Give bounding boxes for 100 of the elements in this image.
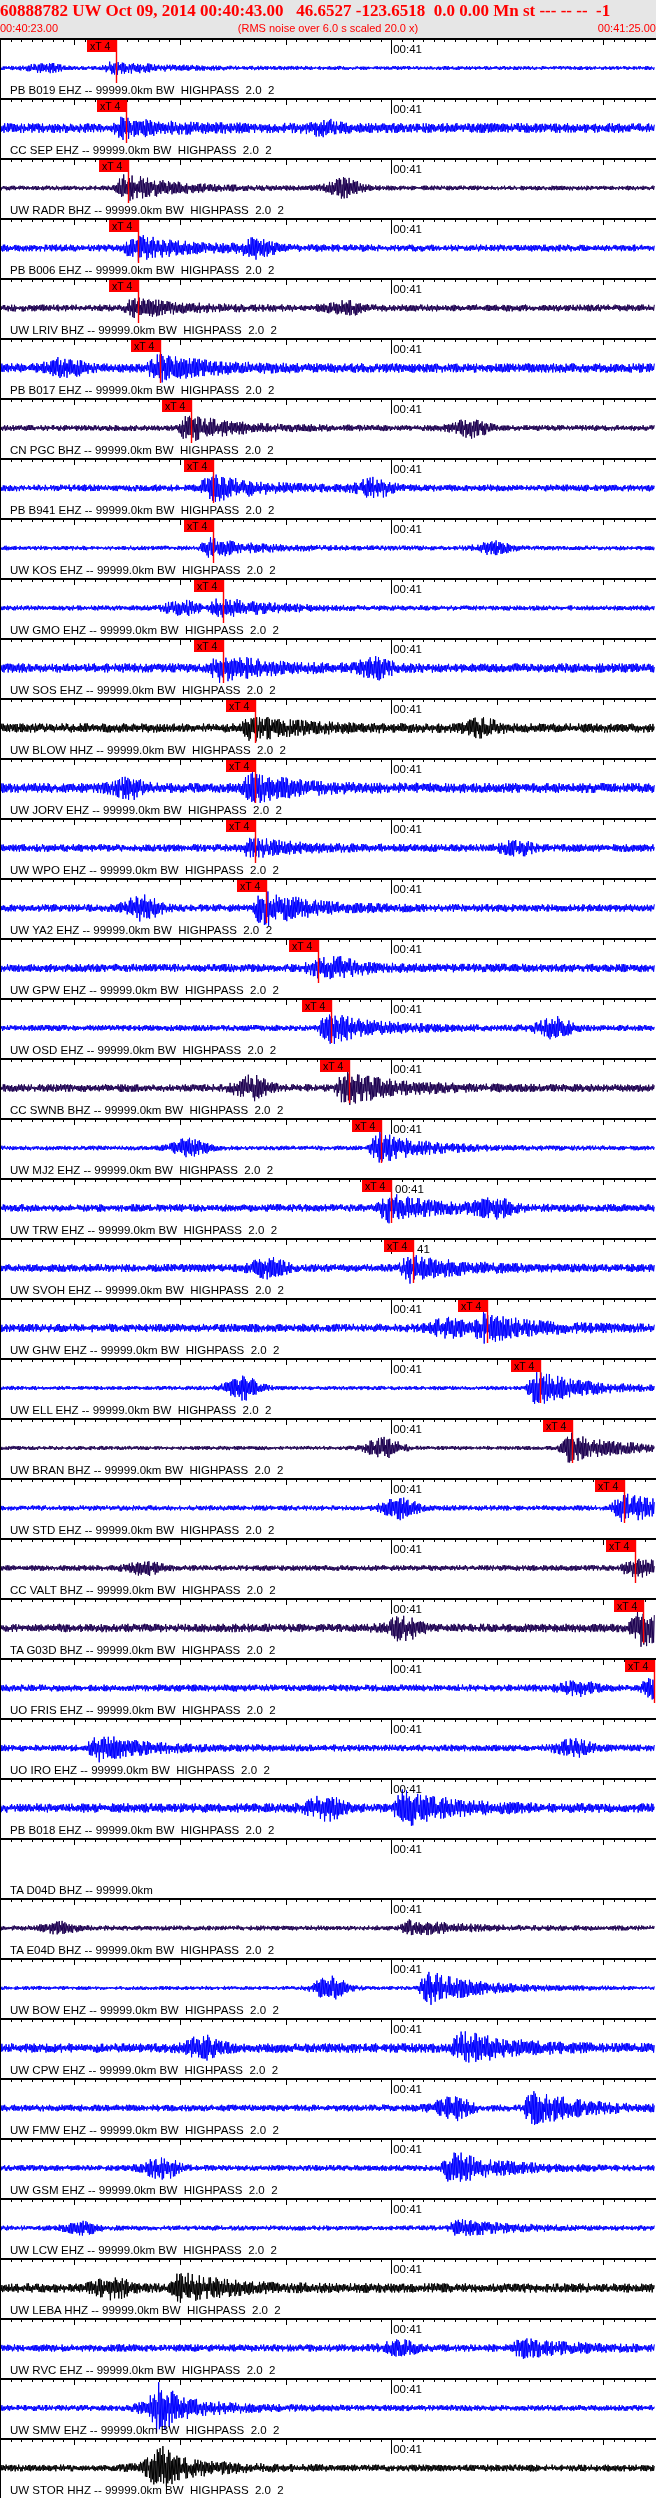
time-label: 00:41 [393, 1783, 422, 1795]
time-label: 00:41 [393, 1303, 422, 1315]
time-label: 00:41 [393, 1363, 422, 1375]
time-label: 00:41 [393, 2263, 422, 2275]
time-label: 00:41 [393, 1543, 422, 1555]
pick-marker: xT 4 [194, 640, 223, 652]
pick-marker: xT 4 [543, 1420, 572, 1432]
time-label: 00:41 [393, 1903, 422, 1915]
time-label: 00:41 [393, 2203, 422, 2215]
pick-marker: xT 4 [226, 820, 255, 832]
pick-marker: xT 4 [384, 1240, 413, 1252]
pick-marker: xT 4 [109, 220, 138, 232]
trace-label: UW SOS EHZ -- 99999.0km BW HIGHPASS 2.0 2 [10, 684, 276, 696]
time-label: 00:41 [393, 43, 422, 55]
trace-label: UW BLOW HHZ -- 99999.0km BW HIGHPASS 2.0 2 [10, 744, 286, 756]
pick-marker: xT 4 [289, 940, 318, 952]
pick-marker: xT 4 [87, 40, 116, 52]
trace-label: TA D04D BHZ -- 99999.0km [10, 1884, 153, 1896]
time-label: 00:41 [393, 2023, 422, 2035]
start-time: 00:40:23.00 [0, 21, 59, 36]
pick-marker: xT 4 [352, 1120, 381, 1132]
trace-label: UW STD EHZ -- 99999.0km BW HIGHPASS 2.0 2 [10, 1524, 275, 1536]
time-label: 41 [417, 1243, 430, 1255]
time-label: 00:41 [393, 2323, 422, 2335]
trace-label: UW BOW EHZ -- 99999.0km BW HIGHPASS 2.0 2 [10, 2004, 279, 2016]
trace-label: CC SWNB BHZ -- 99999.0km BW HIGHPASS 2.0 2 [10, 1104, 284, 1116]
pick-marker: xT 4 [595, 1480, 624, 1492]
pick-marker: xT 4 [184, 520, 213, 532]
time-label: 00:41 [393, 643, 422, 655]
time-label: 00:41 [393, 163, 422, 175]
pick-marker: xT 4 [97, 100, 126, 112]
time-label: 00:41 [393, 403, 422, 415]
time-label: 00:41 [393, 283, 422, 295]
trace-label: UW GHW EHZ -- 99999.0km BW HIGHPASS 2.0 2 [10, 1344, 280, 1356]
pick-marker: xT 4 [162, 400, 191, 412]
trace-label: PB B018 EHZ -- 99999.0km BW HIGHPASS 2.0 2 [10, 1824, 275, 1836]
pick-marker: xT 4 [362, 1180, 391, 1192]
pick-marker: xT 4 [194, 580, 223, 592]
trace-label: UO IRO EHZ -- 99999.0km BW HIGHPASS 2.0 2 [10, 1764, 270, 1776]
time-label: 00:41 [393, 943, 422, 955]
pick-marker: xT 4 [614, 1600, 643, 1612]
time-label: 00:41 [393, 1423, 422, 1435]
trace-label: UW RVC EHZ -- 99999.0km BW HIGHPASS 2.0 2 [10, 2364, 276, 2376]
trace-label: UW BRAN BHZ -- 99999.0km BW HIGHPASS 2.0 2 [10, 1464, 284, 1476]
time-label: 00:41 [393, 883, 422, 895]
time-label: 00:41 [393, 763, 422, 775]
trace-label: TA G03D BHZ -- 99999.0km BW HIGHPASS 2.0 2 [10, 1644, 276, 1656]
pick-marker: xT 4 [458, 1300, 487, 1312]
time-label: 00:41 [393, 1963, 422, 1975]
time-label: 00:41 [393, 463, 422, 475]
time-label: 00:41 [393, 1663, 422, 1675]
trace-label: UW LCW EHZ -- 99999.0km BW HIGHPASS 2.0 2 [10, 2244, 277, 2256]
pick-marker: xT 4 [237, 880, 266, 892]
time-label: 00:41 [393, 1843, 422, 1855]
trace-label: UW GMO EHZ -- 99999.0km BW HIGHPASS 2.0 2 [10, 624, 279, 636]
trace-label: UO FRIS EHZ -- 99999.0km BW HIGHPASS 2.0 2 [10, 1704, 276, 1716]
pick-marker: xT 4 [320, 1060, 349, 1072]
trace-label: UW JORV EHZ -- 99999.0km BW HIGHPASS 2.0 2 [10, 804, 282, 816]
trace-label: UW YA2 EHZ -- 99999.0km BW HIGHPASS 2.0 2 [10, 924, 273, 936]
trace-label: UW SVOH EHZ -- 99999.0km BW HIGHPASS 2.0 2 [10, 1284, 284, 1296]
time-label: 00:41 [393, 823, 422, 835]
time-label: 00:41 [393, 1123, 422, 1135]
trace-label: CC SEP EHZ -- 99999.0km BW HIGHPASS 2.0 2 [10, 144, 272, 156]
end-time: 00:41:25.00 [597, 21, 656, 36]
time-label: 00:41 [395, 1183, 424, 1195]
time-label: 00:41 [393, 2143, 422, 2155]
time-label: 00:41 [393, 1723, 422, 1735]
trace-label: UW FMW EHZ -- 99999.0km BW HIGHPASS 2.0 2 [10, 2124, 279, 2136]
trace-label: PB B941 EHZ -- 99999.0km BW HIGHPASS 2.0 2 [10, 504, 275, 516]
pick-marker: xT 4 [606, 1540, 635, 1552]
scale-note: (RMS noise over 6.0 s scaled 20.0 x) [237, 21, 419, 36]
pick-marker: xT 4 [109, 280, 138, 292]
time-label: 00:41 [393, 523, 422, 535]
trace-label: CN PGC BHZ -- 99999.0km BW HIGHPASS 2.0 2 [10, 444, 274, 456]
trace-label: UW ELL EHZ -- 99999.0km BW HIGHPASS 2.0 2 [10, 1404, 272, 1416]
pick-marker: xT 4 [302, 1000, 331, 1012]
trace-label: UW OSD EHZ -- 99999.0km BW HIGHPASS 2.0 2 [10, 1044, 277, 1056]
trace-label: UW STOR HHZ -- 99999.0km BW HIGHPASS 2.0 2 [10, 2484, 284, 2496]
time-label: 00:41 [393, 703, 422, 715]
pick-marker: xT 4 [511, 1360, 540, 1372]
trace-label: UW KOS EHZ -- 99999.0km BW HIGHPASS 2.0 2 [10, 564, 276, 576]
trace-label: UW WPO EHZ -- 99999.0km BW HIGHPASS 2.0 2 [10, 864, 279, 876]
trace-label: PB B006 EHZ -- 99999.0km BW HIGHPASS 2.0 2 [10, 264, 275, 276]
trace-label: CC VALT BHZ -- 99999.0km BW HIGHPASS 2.0 2 [10, 1584, 276, 1596]
trace-label: PB B019 EHZ -- 99999.0km BW HIGHPASS 2.0 2 [10, 84, 275, 96]
pick-marker: xT 4 [99, 160, 128, 172]
time-label: 00:41 [393, 1483, 422, 1495]
trace-label: TA E04D BHZ -- 99999.0km BW HIGHPASS 2.0 2 [10, 1944, 275, 1956]
trace-label: UW LRIV BHZ -- 99999.0km BW HIGHPASS 2.0 2 [10, 324, 277, 336]
time-label: 00:41 [393, 2443, 422, 2455]
trace-label: PB B017 EHZ -- 99999.0km BW HIGHPASS 2.0 2 [10, 384, 275, 396]
trace-label: UW SMW EHZ -- 99999.0km BW HIGHPASS 2.0 2 [10, 2424, 280, 2436]
trace-label: UW TRW EHZ -- 99999.0km BW HIGHPASS 2.0 2 [10, 1224, 278, 1236]
trace-label: UW MJ2 EHZ -- 99999.0km BW HIGHPASS 2.0 2 [10, 1164, 274, 1176]
time-label: 00:41 [393, 1603, 422, 1615]
time-label: 00:41 [393, 583, 422, 595]
trace-label: UW GSM EHZ -- 99999.0km BW HIGHPASS 2.0 2 [10, 2184, 278, 2196]
pick-marker: xT 4 [226, 700, 255, 712]
pick-marker: xT 4 [625, 1660, 654, 1672]
trace-label: UW LEBA HHZ -- 99999.0km BW HIGHPASS 2.0 2 [10, 2304, 281, 2316]
